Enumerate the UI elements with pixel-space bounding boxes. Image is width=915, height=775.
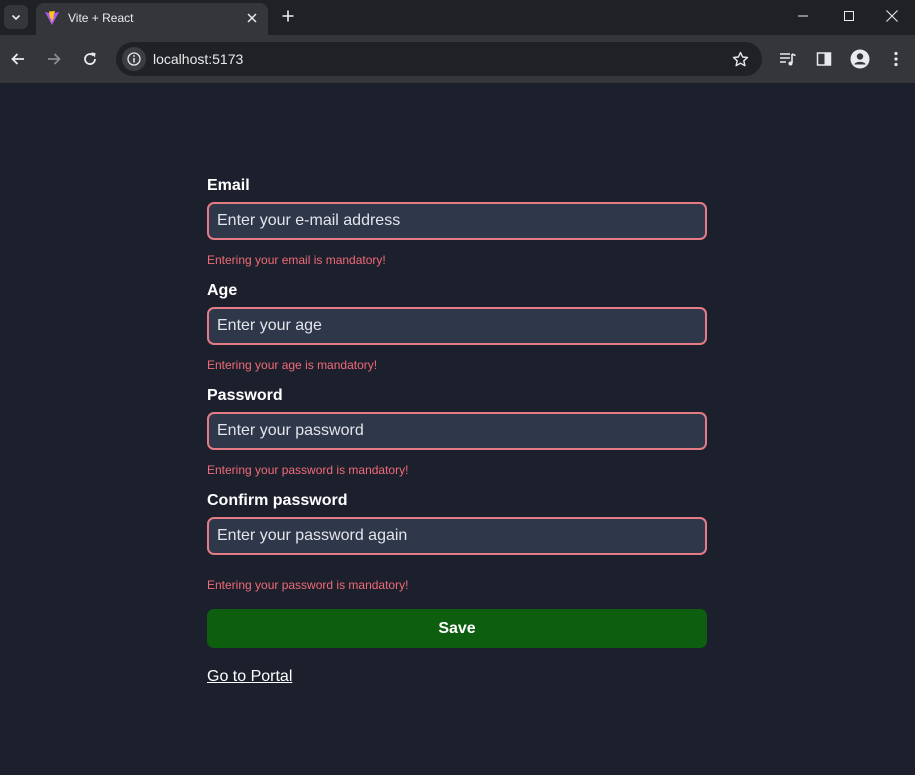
email-error: Entering your email is mandatory! xyxy=(207,253,386,267)
close-icon xyxy=(247,13,257,23)
page-content: Email Entering your email is mandatory! … xyxy=(0,83,915,775)
confirm-password-label: Confirm password xyxy=(207,492,348,509)
info-icon xyxy=(127,52,141,66)
media-control-button[interactable] xyxy=(776,47,800,71)
chevron-down-icon xyxy=(11,14,21,21)
password-error: Entering your password is mandatory! xyxy=(207,463,409,477)
go-to-portal-link[interactable]: Go to Portal xyxy=(207,668,292,686)
window-close-button[interactable] xyxy=(869,0,915,32)
tab-title: Vite + React xyxy=(68,11,134,25)
tab-strip: Vite + React xyxy=(0,0,915,35)
chrome-menu-button[interactable] xyxy=(884,47,908,71)
password-label: Password xyxy=(207,387,283,404)
age-label: Age xyxy=(207,282,238,299)
site-info-button[interactable] xyxy=(122,47,146,71)
age-field[interactable] xyxy=(207,307,707,345)
tab-close-button[interactable] xyxy=(245,11,259,25)
tab-search-button[interactable] xyxy=(4,5,28,29)
save-button[interactable]: Save xyxy=(207,609,707,648)
maximize-button[interactable] xyxy=(826,0,872,32)
confirm-password-field[interactable] xyxy=(207,517,707,555)
minimize-button[interactable] xyxy=(780,0,826,32)
forward-button[interactable] xyxy=(42,47,66,71)
media-control-icon xyxy=(780,53,796,66)
bookmark-button[interactable] xyxy=(730,49,750,69)
arrow-left-icon xyxy=(11,53,24,65)
side-panel-icon xyxy=(816,52,832,66)
profile-icon xyxy=(850,49,870,69)
maximize-icon xyxy=(844,11,854,21)
close-icon xyxy=(886,10,898,22)
url-text[interactable]: localhost:5173 xyxy=(153,51,243,67)
star-icon xyxy=(732,51,748,66)
email-label: Email xyxy=(207,177,250,194)
kebab-menu-icon xyxy=(894,51,898,67)
reload-button[interactable] xyxy=(78,47,102,71)
back-button[interactable] xyxy=(6,47,30,71)
new-tab-button[interactable] xyxy=(279,7,297,25)
profile-button[interactable] xyxy=(848,47,872,71)
arrow-right-icon xyxy=(48,53,61,65)
email-field[interactable] xyxy=(207,202,707,240)
password-field[interactable] xyxy=(207,412,707,450)
tab-active[interactable]: Vite + React xyxy=(36,3,268,35)
vite-logo-icon xyxy=(45,11,59,25)
reload-icon xyxy=(84,52,96,65)
minimize-icon xyxy=(798,15,808,17)
plus-icon xyxy=(282,10,294,22)
browser-toolbar: localhost:5173 xyxy=(0,35,915,83)
age-error: Entering your age is mandatory! xyxy=(207,358,378,372)
side-panel-button[interactable] xyxy=(812,47,836,71)
confirm-password-error: Entering your password is mandatory! xyxy=(207,578,409,592)
address-bar[interactable]: localhost:5173 xyxy=(116,42,762,76)
